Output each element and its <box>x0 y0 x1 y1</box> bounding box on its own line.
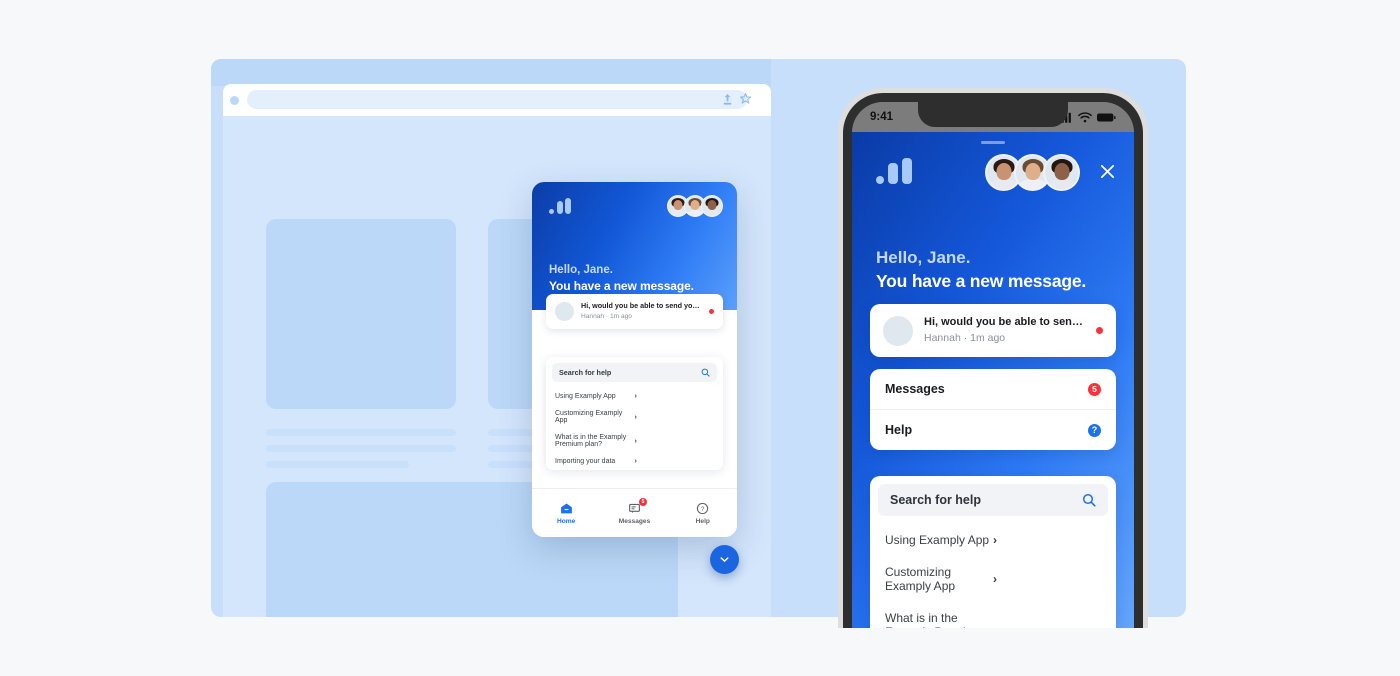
help-article-title: Customizing Examply App <box>555 410 623 424</box>
placeholder-text-line <box>266 429 456 436</box>
messages-icon: 5 <box>628 497 647 515</box>
menu-item-messages[interactable]: Messages 5 <box>870 369 1116 409</box>
search-input[interactable]: Search for help <box>552 363 717 382</box>
avatar <box>555 302 574 321</box>
unread-dot-icon <box>1096 327 1103 334</box>
help-article-row[interactable]: What is in the Examply Premium plan? › <box>870 602 1116 628</box>
messages-badge: 5 <box>1088 382 1101 396</box>
phone-greeting: Hello, Jane. You have a new message. <box>876 246 1114 293</box>
greeting-line-1: Hello, Jane. <box>549 264 613 276</box>
team-avatars <box>667 195 723 217</box>
menu-label: Messages <box>885 382 945 396</box>
chevron-down-icon <box>720 557 729 562</box>
widget-greeting: Hello, Jane. You have a new message. <box>549 263 723 294</box>
chevron-right-icon: › <box>634 413 637 421</box>
desktop-messenger-widget: Hello, Jane. You have a new message. Hi,… <box>532 182 737 537</box>
message-title: Hi, would you be able to send your... <box>581 301 702 310</box>
phone-mockup: 9:41 Hello, Jane. You have a new message… <box>838 88 1148 628</box>
battery-icon <box>1097 113 1116 121</box>
help-article-title: What is in the Examply Premium plan? <box>885 611 982 628</box>
message-title: Hi, would you be able to send yo... <box>924 316 1085 328</box>
placeholder-card <box>266 219 456 409</box>
star-icon[interactable] <box>740 93 751 106</box>
help-article-row[interactable]: Customizing Examply App › <box>870 556 1116 602</box>
search-input[interactable]: Search for help <box>878 484 1108 516</box>
message-meta: Hannah · 1m ago <box>924 332 1006 344</box>
help-article-row[interactable]: Importing your data › <box>546 453 723 470</box>
nav-item-help[interactable]: ? Help <box>669 489 737 537</box>
help-article-title: Using Examply App <box>555 393 616 400</box>
status-time: 9:41 <box>870 111 894 123</box>
help-article-title: Importing your data <box>555 458 616 465</box>
chevron-right-icon: › <box>634 458 637 465</box>
drag-handle[interactable] <box>981 141 1005 144</box>
help-article-row[interactable]: Customizing Examply App › <box>546 405 723 429</box>
nav-label: Help <box>695 517 710 525</box>
phone-help-panel: Search for help Using Examply App › Cust… <box>870 476 1116 628</box>
messenger-launcher-button[interactable] <box>710 545 739 574</box>
help-badge-icon: ? <box>1088 423 1101 437</box>
placeholder-text-line <box>266 461 409 468</box>
svg-text:?: ? <box>701 506 705 513</box>
search-icon <box>701 368 710 377</box>
exemply-logo-icon <box>876 158 912 184</box>
search-icon <box>1082 493 1096 507</box>
phone-messenger-content: Hello, Jane. You have a new message. Hi,… <box>852 132 1134 628</box>
avatar <box>701 195 723 217</box>
help-article-title: Customizing Examply App <box>885 565 956 593</box>
search-placeholder: Search for help <box>890 493 981 507</box>
widget-message-card[interactable]: Hi, would you be able to send your... Ha… <box>546 294 723 329</box>
avatar <box>1043 154 1080 191</box>
chevron-right-icon: › <box>993 533 997 547</box>
chevron-right-icon: › <box>634 393 637 400</box>
menu-label: Help <box>885 423 913 437</box>
team-avatars <box>985 154 1080 191</box>
nav-label: Messages <box>618 517 651 525</box>
widget-help-panel: Search for help Using Examply App › Cust… <box>546 357 723 470</box>
search-placeholder: Search for help <box>559 368 612 377</box>
phone-message-card[interactable]: Hi, would you be able to send yo... Hann… <box>870 304 1116 357</box>
chevron-right-icon: › <box>993 625 1101 628</box>
chevron-right-icon: › <box>993 572 997 586</box>
help-icon: ? <box>696 502 709 515</box>
chevron-right-icon: › <box>634 437 637 445</box>
help-article-row[interactable]: Using Examply App › <box>546 388 723 405</box>
nav-label: Home <box>557 517 576 525</box>
close-icon <box>1100 164 1114 178</box>
message-meta: Hannah · 1m ago <box>581 313 632 320</box>
home-icon <box>560 502 573 515</box>
phone-screen: 9:41 Hello, Jane. You have a new message… <box>852 102 1134 628</box>
phone-status-bar: 9:41 <box>852 102 1134 132</box>
placeholder-text-line <box>266 445 456 452</box>
browser-chrome <box>223 84 771 116</box>
unread-dot-icon <box>709 309 714 314</box>
help-article-row[interactable]: Using Examply App › <box>870 524 1116 556</box>
nav-item-messages[interactable]: 5 Messages <box>600 489 668 537</box>
messages-badge: 5 <box>638 497 647 506</box>
widget-hero-header: Hello, Jane. You have a new message. <box>532 182 737 310</box>
menu-item-help[interactable]: Help ? <box>870 409 1116 450</box>
greeting-line-1: Hello, Jane. <box>876 248 971 267</box>
widget-bottom-nav: Home 5 Messages ? Help <box>532 488 737 537</box>
greeting-line-2: You have a new message. <box>549 279 694 293</box>
phone-menu-panel: Messages 5 Help ? <box>870 369 1116 450</box>
help-article-title: Using Examply App <box>885 533 990 547</box>
phone-notch <box>918 102 1068 127</box>
avatar <box>883 315 913 346</box>
browser-titlebar <box>211 59 771 86</box>
help-article-row[interactable]: What is in the Examply Premium plan? › <box>546 429 723 453</box>
close-button[interactable] <box>1098 162 1116 180</box>
exemply-logo-icon <box>549 198 571 214</box>
browser-tab-dot <box>230 96 239 105</box>
upload-icon[interactable] <box>722 93 733 106</box>
wifi-icon <box>1078 111 1092 122</box>
screenshot-stage: Hello, Jane. You have a new message. Hi,… <box>0 0 1400 676</box>
greeting-line-2: You have a new message. <box>876 271 1087 291</box>
help-article-title: What is in the Examply Premium plan? <box>555 434 627 448</box>
address-bar[interactable] <box>247 90 747 109</box>
nav-item-home[interactable]: Home <box>532 489 600 537</box>
